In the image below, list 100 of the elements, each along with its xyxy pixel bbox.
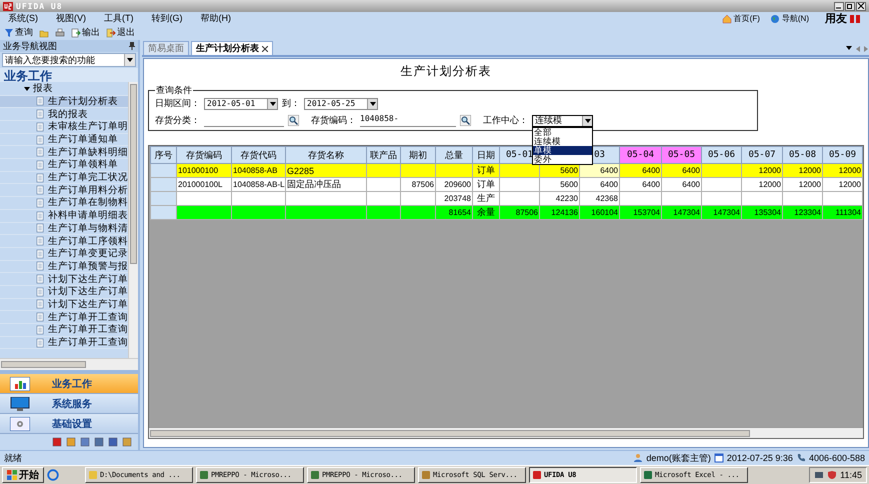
table-cell: 42230 bbox=[540, 192, 580, 206]
tree-item[interactable]: 生产订单用料分析 bbox=[0, 184, 128, 198]
tree-item[interactable]: 计划下达生产订单 bbox=[0, 286, 128, 299]
dropdown-field[interactable]: 连续模 bbox=[532, 114, 593, 126]
toolbar-button[interactable]: 退出 bbox=[106, 26, 135, 39]
column-header[interactable]: 05-05 bbox=[662, 146, 702, 164]
start-button[interactable]: 开始 bbox=[2, 467, 44, 483]
module-button[interactable]: 基础设置 bbox=[0, 414, 138, 434]
column-header[interactable]: 05-08 bbox=[782, 146, 822, 164]
table-cell: 123304 bbox=[782, 206, 822, 220]
tree-item[interactable]: 生产订单工序领料 bbox=[0, 235, 128, 248]
tree-item[interactable]: 生产订单开工查询 bbox=[0, 311, 128, 324]
column-header[interactable]: 存货代码 bbox=[232, 146, 286, 164]
tree-node[interactable]: 报表 bbox=[0, 82, 128, 96]
tree-item[interactable]: 生产计划分析表 bbox=[0, 96, 128, 108]
menu-item[interactable]: 帮助(H) bbox=[200, 12, 231, 25]
tree-item[interactable]: 计划下达生产订单 bbox=[0, 298, 128, 312]
column-header[interactable]: 期初 bbox=[400, 146, 436, 164]
column-header[interactable]: 05-07 bbox=[742, 146, 782, 164]
tree-item[interactable]: 计划下达生产订单 bbox=[0, 273, 128, 286]
table-cell: 87506 bbox=[400, 178, 436, 192]
tree-item[interactable]: 生产订单领料单 bbox=[0, 159, 128, 172]
phone-number: 4006-600-588 bbox=[808, 453, 865, 463]
table-cell: 5600 bbox=[540, 178, 580, 192]
column-header[interactable]: 日期 bbox=[472, 146, 500, 164]
clock: 11:45 bbox=[840, 470, 862, 480]
column-header[interactable]: 总量 bbox=[436, 146, 472, 164]
table-cell: 6400 bbox=[662, 178, 702, 192]
section-title: 业务工作 bbox=[0, 68, 138, 82]
tree-item[interactable]: 生产订单开工查询 bbox=[0, 324, 128, 337]
field-label: 工作中心： bbox=[483, 114, 528, 127]
table-cell: 124136 bbox=[540, 206, 580, 220]
module-button[interactable]: 系统服务 bbox=[0, 394, 138, 414]
tab[interactable]: 生产计划分析表 bbox=[191, 41, 273, 55]
table-cell: 6400 bbox=[580, 178, 620, 192]
tree-item[interactable]: 生产订单开工查询 bbox=[0, 336, 128, 350]
table-cell: 12000 bbox=[742, 178, 782, 192]
table-cell: 203748 bbox=[436, 192, 472, 206]
table-cell: 12000 bbox=[742, 164, 782, 178]
table-cell: 6400 bbox=[662, 164, 702, 178]
menu-item[interactable]: 系统(S) bbox=[8, 12, 38, 25]
column-header[interactable]: 序号 bbox=[150, 146, 176, 164]
table-cell: 12000 bbox=[782, 178, 822, 192]
tree-item[interactable]: 生产订单与物料清 bbox=[0, 222, 128, 236]
column-header[interactable]: 05-04 bbox=[620, 146, 662, 164]
column-header[interactable]: 05-06 bbox=[702, 146, 742, 164]
report-title: 生产计划分析表 bbox=[400, 63, 492, 80]
table-cell: 201000100L bbox=[176, 178, 232, 192]
tree-item[interactable]: 生产订单变更记录 bbox=[0, 248, 128, 261]
table-cell: 12000 bbox=[822, 178, 862, 192]
date-field[interactable]: 2012-05-01 bbox=[204, 98, 278, 110]
column-header[interactable]: 05-09 bbox=[822, 146, 862, 164]
table-cell: 12000 bbox=[822, 164, 862, 178]
tree-item[interactable]: 生产订单完工状况 bbox=[0, 172, 128, 184]
date-field[interactable]: 2012-05-25 bbox=[304, 98, 378, 110]
table-cell: 6400 bbox=[620, 164, 662, 178]
window-title: UFIDA U8 bbox=[16, 2, 63, 10]
tree-item[interactable]: 生产订单缺料明细 bbox=[0, 146, 128, 160]
table-cell: 87506 bbox=[500, 206, 540, 220]
toolbar-button[interactable]: 输出 bbox=[71, 26, 100, 39]
search-field[interactable]: 请输入您要搜索的功能 bbox=[2, 53, 136, 67]
toolbar-button[interactable]: 查询 bbox=[4, 26, 33, 39]
pane-title: 业务导航视图 bbox=[3, 40, 57, 52]
tree-item[interactable]: 我的报表 bbox=[0, 108, 128, 121]
column-header[interactable]: 联产品 bbox=[366, 146, 400, 164]
column-header[interactable]: 存货编码 bbox=[176, 146, 232, 164]
field-label: 存货编码： bbox=[311, 114, 356, 127]
field-label: 存货分类： bbox=[155, 114, 200, 127]
table-cell: 147304 bbox=[662, 206, 702, 220]
table-cell: 固定品冲压品 bbox=[286, 178, 366, 192]
table-cell: 42368 bbox=[580, 192, 620, 206]
table-cell: 1040858-AB bbox=[232, 164, 286, 178]
menu-item[interactable]: 视图(V) bbox=[56, 12, 86, 25]
table-cell: 1040858-AB-L bbox=[232, 178, 286, 192]
tree-item[interactable]: 生产订单预警与报 bbox=[0, 260, 128, 274]
table-cell: 6400 bbox=[620, 178, 662, 192]
input-field[interactable]: 1040858- bbox=[360, 114, 456, 127]
field-label: 到： bbox=[282, 97, 300, 110]
table-cell: 153704 bbox=[620, 206, 662, 220]
table-cell: 81654 bbox=[436, 206, 472, 220]
menu-item[interactable]: 工具(T) bbox=[104, 12, 134, 25]
nav-link[interactable]: 导航(N) bbox=[770, 13, 809, 24]
table-cell: 111304 bbox=[822, 206, 862, 220]
module-button[interactable]: 业务工作 bbox=[0, 374, 138, 394]
nav-link[interactable]: 首页(F) bbox=[722, 13, 760, 24]
menu-item[interactable]: 转到(G) bbox=[152, 12, 182, 25]
status-text: 就绪 bbox=[4, 452, 22, 464]
tree-node-label: 报表 bbox=[33, 82, 53, 96]
tree-item[interactable]: 生产订单在制物料 bbox=[0, 197, 128, 210]
table-cell: 160104 bbox=[580, 206, 620, 220]
group-title: 查询条件 bbox=[155, 84, 193, 97]
table-cell: 147304 bbox=[702, 206, 742, 220]
column-header[interactable]: 存货名称 bbox=[286, 146, 366, 164]
table-cell: 12000 bbox=[782, 164, 822, 178]
tab[interactable]: 简易桌面 bbox=[143, 41, 189, 55]
user-name: demo(账套主管) bbox=[646, 452, 711, 464]
tree-item[interactable]: 未审核生产订单明 bbox=[0, 121, 128, 134]
tree-item[interactable]: 生产订单通知单 bbox=[0, 134, 128, 146]
date-time: 2012-07-25 9:36 bbox=[726, 453, 793, 463]
tree-item[interactable]: 补料申请单明细表 bbox=[0, 210, 128, 222]
